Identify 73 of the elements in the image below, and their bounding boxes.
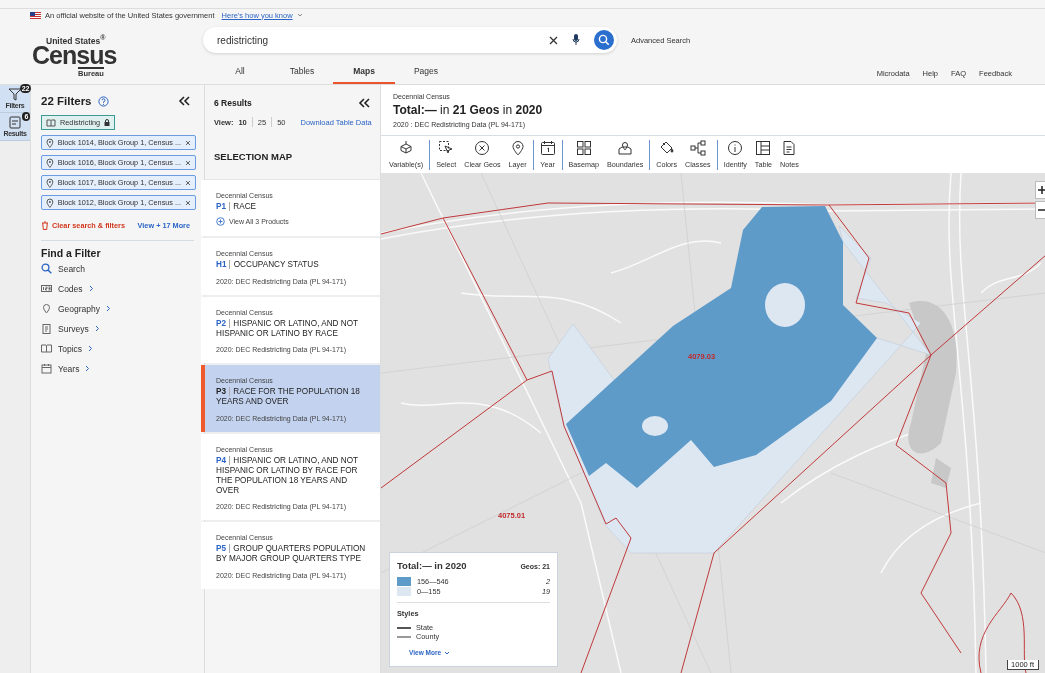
nav-tab[interactable]: All (209, 66, 271, 84)
minus-icon (1038, 206, 1045, 214)
filter-category-link[interactable]: Years (41, 363, 91, 374)
search-icon (41, 263, 52, 274)
paint-bucket-icon (658, 140, 675, 156)
microphone-icon[interactable] (572, 34, 580, 46)
map-pin-icon (46, 177, 54, 188)
cube-icon (398, 140, 415, 156)
filter-category-link[interactable]: Surveys (41, 323, 100, 334)
map-boundary-icon (617, 140, 634, 156)
calendar-icon (539, 140, 556, 156)
filter-category-link[interactable]: Codes (41, 283, 94, 294)
chevron-right-icon (94, 325, 100, 332)
filters-heading: 22 Filters (41, 95, 92, 107)
filter-category-link[interactable]: Topics (41, 343, 94, 354)
filter-category-link[interactable]: Search (41, 263, 85, 274)
map-pin-icon (46, 157, 54, 168)
result-title: P1 RACE (216, 202, 258, 212)
logo-wordmark: Census (32, 43, 117, 69)
legend-title: Total:— in 2020 (397, 560, 467, 571)
table-icon (755, 140, 772, 156)
result-title: P2 HISPANIC OR LATINO, AND NOT HISPANIC OR LATINO BY RACE (216, 318, 359, 339)
search-button[interactable] (594, 30, 614, 50)
clear-icon[interactable] (549, 35, 558, 45)
close-icon[interactable] (185, 179, 191, 186)
map-pin-icon (46, 197, 54, 208)
trash-icon (41, 221, 49, 230)
line-style-swatch (397, 635, 411, 638)
document-icon (781, 140, 798, 156)
filter-category-link[interactable]: Geography (41, 303, 112, 314)
select-cursor-icon (438, 140, 455, 156)
help-icon[interactable] (97, 95, 109, 107)
map-title: Total:— in 21 Geos in 2020 (393, 103, 544, 117)
chevron-right-icon (88, 345, 94, 352)
calendar-icon (41, 363, 52, 374)
grid-icon (575, 140, 592, 156)
result-title: P3 RACE FOR THE POPULATION 18 YEARS AND OVER (216, 387, 361, 408)
circle-x-icon (474, 140, 491, 156)
collapse-icon[interactable] (358, 98, 370, 108)
result-title: P5 GROUP QUARTERS POPULATION BY MAJOR GROUP QUARTERS TYPE (216, 544, 367, 565)
close-icon[interactable] (185, 159, 191, 166)
chevron-right-icon (106, 305, 112, 312)
book-icon (46, 118, 56, 127)
plus-circle-icon (216, 216, 225, 226)
results-count: 6 Results (214, 98, 252, 108)
hierarchy-icon (689, 140, 706, 156)
lock-icon (104, 119, 111, 126)
book-icon (41, 343, 52, 354)
search-field[interactable]: redistricting (203, 27, 617, 53)
map-pin-icon (41, 303, 52, 314)
find-filter-heading: Find a Filter (41, 247, 102, 259)
plus-icon (1038, 186, 1045, 194)
document-icon (9, 116, 21, 129)
chevron-right-icon (88, 285, 94, 292)
chevron-down-icon[interactable] (296, 13, 303, 17)
info-icon (727, 140, 744, 156)
map-pin-icon (46, 137, 54, 148)
chevron-right-icon (85, 365, 91, 372)
number-icon (41, 283, 52, 294)
logo-top-text: United States$^{®}$ (46, 35, 106, 46)
map-pin-icon (509, 140, 526, 156)
chevron-down-icon (444, 650, 451, 655)
nav-tab[interactable]: Pages (395, 66, 457, 84)
result-title: P4 HISPANIC OR LATINO, AND NOT HISPANIC OR LATINO BY RACE FOR THE POPULATION 18 YEARS AND OVER (216, 456, 359, 496)
nav-tab[interactable]: Tables (271, 66, 333, 84)
line-style-swatch (397, 626, 411, 629)
collapse-icon[interactable] (178, 96, 190, 106)
funnel-icon (8, 88, 22, 101)
search-icon (598, 34, 610, 46)
clipboard-icon (41, 323, 52, 334)
close-icon[interactable] (185, 199, 191, 206)
close-icon[interactable] (185, 139, 191, 146)
result-title: H1 OCCUPANCY STATUS (216, 259, 320, 270)
